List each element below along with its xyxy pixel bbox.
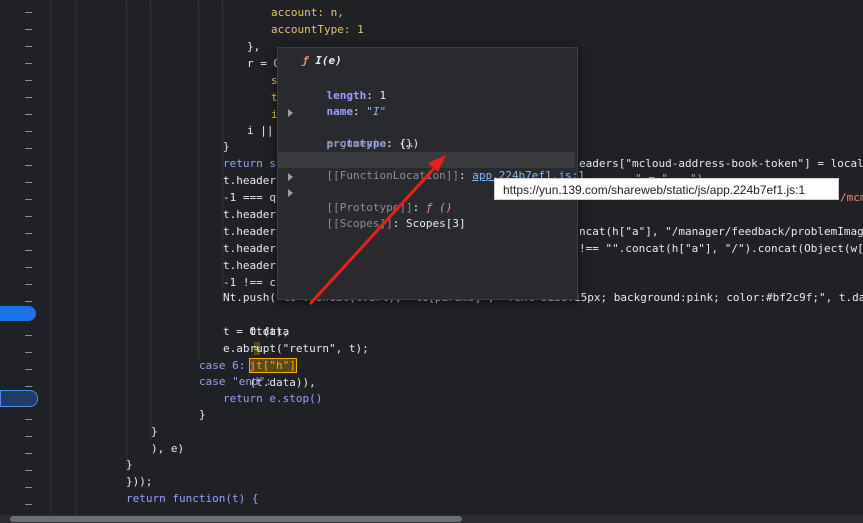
- code-line: i ||: [247, 124, 274, 137]
- code-line: }));: [126, 475, 153, 488]
- gutter-marker: –: [25, 328, 33, 342]
- prop-key: [[Prototype]]: [326, 201, 413, 214]
- code-line: e.abrupt("return", t);: [223, 342, 369, 355]
- indent-guide: [198, 0, 199, 360]
- code-line: }: [151, 425, 158, 438]
- gutter-marker: –: [25, 56, 33, 70]
- indent-guide: [126, 0, 127, 470]
- gutter-marker: –: [25, 175, 33, 189]
- gutter-marker: –: [25, 107, 33, 121]
- gutter-marker: –: [25, 345, 33, 359]
- gutter-marker: –: [25, 158, 33, 172]
- gutter-marker: –: [25, 480, 33, 494]
- function-preview-popover[interactable]: ƒ I(e) length: 1 name: "I" prototype: {}…: [277, 47, 585, 300]
- gutter-marker: –: [25, 192, 33, 206]
- code-line: },: [247, 40, 261, 53]
- code-line: }: [199, 408, 206, 421]
- gutter-marker: –: [25, 412, 33, 426]
- prop-key: [[Scopes]]: [326, 217, 393, 230]
- expand-triangle-icon[interactable]: [288, 109, 293, 117]
- code-line: case "end":: [199, 375, 272, 388]
- code-line: t.headers: [223, 174, 283, 187]
- breakpoint-marker[interactable]: [0, 306, 36, 321]
- code-fragment: ncat(h["a"], "/manager/feedback/problemI…: [579, 225, 863, 238]
- code-line: t.headers: [223, 208, 283, 221]
- gutter-marker: –: [25, 446, 33, 460]
- gutter-marker: –: [25, 362, 33, 376]
- gutter-marker: –: [25, 260, 33, 274]
- prop-sep: :: [412, 201, 426, 214]
- function-signature: I(e): [315, 54, 342, 67]
- code-line: }: [126, 458, 133, 471]
- gutter-marker: –: [25, 5, 33, 19]
- prop-row-length: length: 1: [300, 72, 387, 102]
- gutter-marker: –: [25, 463, 33, 477]
- gutter-marker: –: [25, 209, 33, 223]
- code-line: }: [223, 140, 230, 153]
- code-line: return function(t) {: [126, 492, 259, 505]
- scrollbar-thumb[interactable]: [10, 516, 462, 522]
- expand-triangle-icon[interactable]: [288, 173, 293, 181]
- breakpoint-marker-conditional[interactable]: [0, 390, 38, 407]
- code-line: t.headers: [223, 225, 283, 238]
- prop-value[interactable]: (…): [399, 137, 419, 150]
- code-fragment: /mcm: [840, 191, 863, 204]
- gutter-marker: –: [25, 22, 33, 36]
- code-line: return sn: [223, 157, 283, 170]
- indent-guide: [150, 0, 151, 440]
- code-line: r = O: [247, 57, 281, 70]
- prop-row-arguments[interactable]: arguments: (…): [300, 120, 420, 150]
- gutter-marker: –: [25, 497, 33, 511]
- expression-highlight[interactable]: jt["h"]: [248, 358, 297, 373]
- code-line: return e.stop(): [223, 392, 323, 405]
- gutter-marker: –: [25, 73, 33, 87]
- code-line: case 6:: [199, 359, 246, 372]
- indent-guide: [76, 0, 77, 523]
- code-fragment: eaders["mcloud-address-book-token"] = lo…: [579, 157, 863, 170]
- gutter-marker: –: [25, 277, 33, 291]
- code-line: -1 === qt: [223, 191, 283, 204]
- code-line-paused: t.data = jt["h"] (t.data)),: [223, 306, 316, 389]
- gutter-marker: –: [25, 90, 33, 104]
- gutter-marker: –: [25, 243, 33, 257]
- gutter-marker: –: [25, 39, 33, 53]
- code-line: t.headers: [223, 259, 283, 272]
- prop-row-name: name: "I": [300, 88, 387, 118]
- prop-value: ƒ (): [425, 201, 453, 214]
- prop-row-prototype-internal[interactable]: [[Prototype]]: ƒ (): [288, 168, 452, 214]
- code-line: t.headers: [223, 242, 283, 255]
- prop-value: Scopes[3]: [405, 217, 466, 230]
- gutter-marker: –: [25, 429, 33, 443]
- code-fragment: !== "".concat(h["a"], "/").concat(Object…: [579, 242, 863, 255]
- code-line: ), e): [151, 442, 185, 455]
- prop-sep: :: [458, 169, 473, 182]
- prop-row-prototype[interactable]: prototype: {}: [288, 104, 413, 150]
- prop-row-function-location[interactable]: [[FunctionLocation]]: app.224b7ef1.js:1: [278, 152, 585, 182]
- gutter-marker: –: [25, 226, 33, 240]
- code-line: account: n,: [271, 6, 344, 19]
- prop-sep: :: [392, 217, 406, 230]
- popover-title: ƒ I(e): [302, 54, 342, 67]
- horizontal-scrollbar[interactable]: [0, 515, 863, 523]
- code-line: accountType: 1: [271, 23, 364, 36]
- gutter-marker: –: [25, 124, 33, 138]
- expand-triangle-icon[interactable]: [288, 189, 293, 197]
- function-icon: ƒ: [302, 54, 309, 67]
- gutter-marker: –: [25, 141, 33, 155]
- line-gutter: – – – – – – – – – – – – – – – – – – – – …: [0, 0, 51, 523]
- prop-row-scopes[interactable]: [[Scopes]]: Scopes[3]: [288, 184, 466, 230]
- code-line: t = Ot(t),: [223, 325, 290, 338]
- prop-row-caller[interactable]: caller: (…): [300, 136, 400, 166]
- link-tooltip: https://yun.139.com/shareweb/static/js/a…: [494, 178, 839, 200]
